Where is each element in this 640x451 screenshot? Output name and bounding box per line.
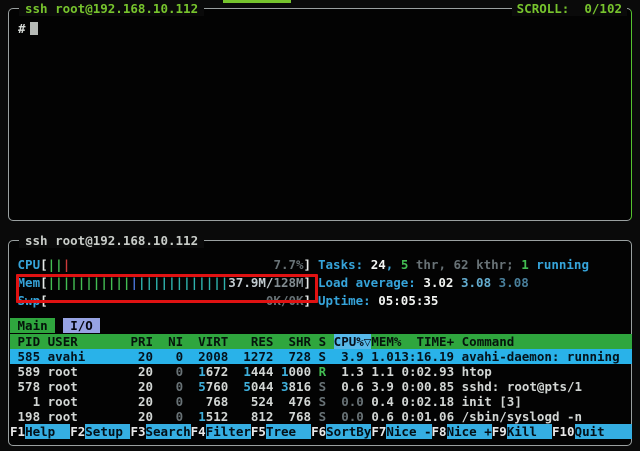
tab-io[interactable]: I/O: [63, 318, 101, 333]
f10-quit-button[interactable]: Quit: [575, 424, 632, 439]
sort-column-cpu[interactable]: CPU%▽: [334, 334, 372, 349]
f6-sortby-button[interactable]: SortBy: [326, 424, 371, 439]
f9-kill-button[interactable]: Kill: [507, 424, 552, 439]
process-table-header[interactable]: PID USER PRI NI VIRT RES SHR S CPU%▽MEM%…: [10, 334, 632, 349]
process-row[interactable]: 589 root 20 0 1672 1444 1000 R 1.3 1.1 0…: [10, 364, 492, 379]
bottom-pane-title: ssh root@192.168.10.112: [19, 233, 204, 248]
process-row[interactable]: 578 root 20 0 5760 5044 3816 S 0.6 3.9 0…: [10, 379, 582, 394]
terminal-pane-top[interactable]: ssh root@192.168.10.112 SCROLL: 0/102: [8, 8, 632, 221]
top-pane-title: ssh root@192.168.10.112: [19, 1, 204, 16]
uptime: Uptime: 05:05:35: [318, 293, 438, 308]
tasks-summary: Tasks: 24, 5 thr, 62 kthr; 1 running: [318, 257, 589, 272]
shell-prompt[interactable]: #: [18, 21, 38, 36]
scroll-position-indicator: SCROLL: 0/102: [512, 1, 627, 16]
f4-filter-button[interactable]: Filter: [206, 424, 251, 439]
process-row[interactable]: 1 root 20 0 768 524 476 S 0.0 0.4 0:02.1…: [10, 394, 522, 409]
tab-main[interactable]: Main: [10, 318, 55, 333]
cpu-meter: CPU[||| 7.7%]: [10, 257, 311, 272]
f2-setup-button[interactable]: Setup: [85, 424, 130, 439]
terminal-cursor: [30, 22, 38, 35]
f7-nice-minus-button[interactable]: Nice -: [386, 424, 431, 439]
f5-tree-button[interactable]: Tree: [266, 424, 311, 439]
load-average: Load average: 3.02 3.08 3.08: [318, 275, 529, 290]
function-key-bar: F1Help F2Setup F3SearchF4FilterF5Tree F6…: [10, 424, 632, 439]
window-activity-indicator: [223, 0, 291, 3]
mem-highlight-annotation: [16, 274, 318, 303]
f8-nice-plus-button[interactable]: Nice +: [447, 424, 492, 439]
process-row-selected[interactable]: 585 avahi 20 0 2008 1272 728 S 3.9 1.013…: [10, 349, 632, 364]
tab-bar: Main I/O: [10, 318, 100, 333]
f1-help-button[interactable]: Help: [25, 424, 70, 439]
process-row[interactable]: 198 root 20 0 1512 812 768 S 0.0 0.6 0:0…: [10, 409, 582, 424]
f3-search-button[interactable]: Search: [146, 424, 191, 439]
